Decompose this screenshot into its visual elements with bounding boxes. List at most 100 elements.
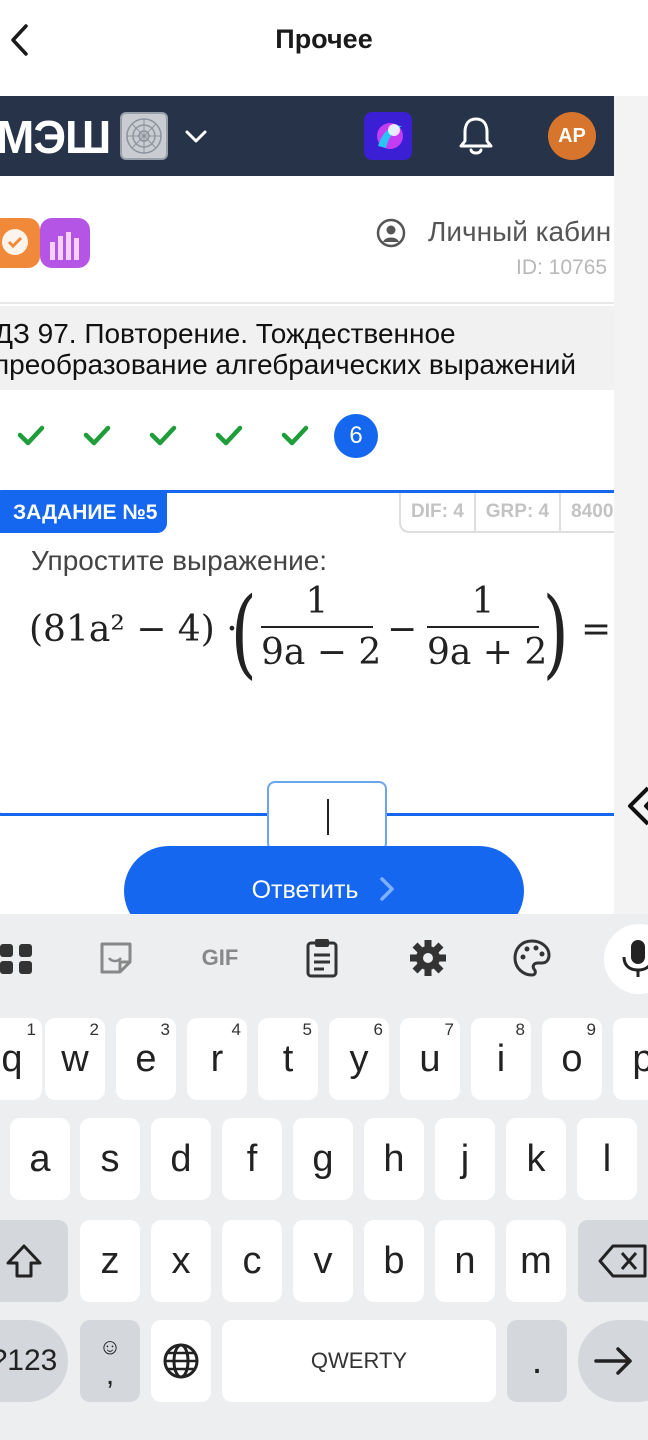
- symbols-key[interactable]: ?123: [0, 1320, 68, 1402]
- key-k[interactable]: k: [506, 1118, 566, 1200]
- key-l[interactable]: l: [577, 1118, 637, 1200]
- completed-step-check-icon[interactable]: [16, 422, 46, 448]
- key-s[interactable]: s: [80, 1118, 140, 1200]
- shift-icon: [6, 1244, 42, 1278]
- completed-step-check-icon[interactable]: [214, 422, 244, 448]
- fraction-2: 1 9a + 2: [427, 581, 548, 673]
- period-key[interactable]: .: [507, 1320, 567, 1402]
- bars-icon: [50, 232, 79, 260]
- fraction-1-bar: [261, 626, 373, 628]
- key-r[interactable]: r4: [187, 1018, 247, 1100]
- key-b[interactable]: b: [364, 1220, 424, 1302]
- completed-step-check-icon[interactable]: [148, 422, 178, 448]
- fraction-1-denominator: 9a − 2: [261, 632, 382, 673]
- submit-label: Ответить: [251, 876, 359, 904]
- key-g[interactable]: g: [293, 1118, 353, 1200]
- completed-step-check-icon[interactable]: [280, 422, 310, 448]
- enter-key[interactable]: [578, 1320, 648, 1402]
- clipboard-icon[interactable]: [300, 934, 344, 982]
- emoji-comma-key[interactable]: ☺ ,: [80, 1320, 140, 1402]
- screen: Прочее МЭШ АР Личный кабин ID: 10765 ДЗ …: [0, 0, 648, 1440]
- key-p[interactable]: p0: [613, 1018, 648, 1100]
- app-grid-logo[interactable]: [120, 112, 168, 160]
- key-label: p: [632, 1037, 648, 1080]
- current-step[interactable]: 6: [334, 414, 378, 458]
- mesh-header: МЭШ АР: [0, 96, 614, 176]
- key-u[interactable]: u7: [400, 1018, 460, 1100]
- soft-keyboard: GIF q1 w2 e3 r4 t5 y6 u7 i8 o9 p0 a s d …: [0, 914, 648, 1440]
- key-label: t: [282, 1037, 294, 1080]
- fraction-2-denominator: 9a + 2: [427, 632, 548, 673]
- fraction-1-numerator: 1: [305, 581, 329, 622]
- key-w[interactable]: w2: [45, 1018, 105, 1100]
- key-label: y: [349, 1037, 369, 1080]
- backspace-key[interactable]: [578, 1220, 648, 1302]
- submit-answer-button[interactable]: Ответить: [124, 846, 524, 914]
- bell-icon[interactable]: [456, 114, 496, 158]
- comma-label: ,: [105, 1358, 115, 1391]
- chevron-down-icon[interactable]: [182, 122, 210, 150]
- gif-icon[interactable]: GIF: [196, 934, 244, 982]
- avatar[interactable]: АР: [548, 112, 596, 160]
- fraction-1: 1 9a − 2: [261, 581, 382, 673]
- key-d[interactable]: d: [151, 1118, 211, 1200]
- key-h[interactable]: h: [364, 1118, 424, 1200]
- key-i[interactable]: i8: [471, 1018, 531, 1100]
- orange-app-tile[interactable]: [0, 218, 40, 268]
- gear-icon[interactable]: [406, 934, 450, 982]
- key-c[interactable]: c: [222, 1220, 282, 1302]
- key-label: u: [419, 1037, 441, 1080]
- key-hint: 9: [586, 1020, 596, 1039]
- key-e[interactable]: e3: [116, 1018, 176, 1100]
- purple-app-tile[interactable]: [40, 218, 90, 268]
- meta-tag-id: 8400: [561, 493, 614, 531]
- key-v[interactable]: v: [293, 1220, 353, 1302]
- key-label: w: [61, 1037, 89, 1080]
- mesh-logo[interactable]: МЭШ: [0, 110, 111, 164]
- app-shortcut-tile[interactable]: [364, 112, 412, 160]
- completed-step-check-icon[interactable]: [82, 422, 112, 448]
- text-caret: [327, 799, 329, 835]
- fraction-2-numerator: 1: [471, 581, 495, 622]
- user-row: Личный кабин ID: 10765: [0, 176, 614, 304]
- key-n[interactable]: n: [435, 1220, 495, 1302]
- sticker-icon[interactable]: [94, 934, 138, 982]
- app-bar: Прочее: [0, 0, 648, 82]
- key-t[interactable]: t5: [258, 1018, 318, 1100]
- colorful-logo-icon: [377, 123, 403, 149]
- chevron-right-icon: [380, 877, 395, 901]
- key-z[interactable]: z: [80, 1220, 140, 1302]
- space-key[interactable]: QWERTY: [222, 1320, 496, 1402]
- shift-key[interactable]: [0, 1220, 68, 1302]
- answer-input[interactable]: [267, 781, 387, 851]
- collapse-side-panel-icon[interactable]: [626, 784, 648, 828]
- voice-input-button[interactable]: [604, 924, 648, 994]
- globe-icon: [163, 1343, 199, 1379]
- meta-tag-dif: DIF: 4: [401, 493, 476, 531]
- webview: МЭШ АР Личный кабин ID: 10765 ДЗ 97. Пов…: [0, 96, 614, 914]
- key-m[interactable]: m: [506, 1220, 566, 1302]
- lightbulb-icon: [2, 229, 28, 255]
- lesson-title-line2: преобразование алгебраических выражений: [0, 349, 577, 380]
- key-j[interactable]: j: [435, 1118, 495, 1200]
- language-key[interactable]: [151, 1320, 211, 1402]
- key-hint: 5: [302, 1020, 312, 1039]
- personal-cabinet-link[interactable]: Личный кабин: [428, 216, 611, 248]
- key-y[interactable]: y6: [329, 1018, 389, 1100]
- key-x[interactable]: x: [151, 1220, 211, 1302]
- key-hint: 1: [26, 1020, 36, 1039]
- grid-pattern-icon: [126, 118, 162, 154]
- apps-icon[interactable]: [0, 934, 38, 982]
- key-hint: 3: [160, 1020, 170, 1039]
- person-icon: [376, 218, 406, 248]
- meta-tag-grp: GRP: 4: [476, 493, 562, 531]
- task-number-badge: ЗАДАНИЕ №5: [0, 493, 167, 533]
- palette-icon[interactable]: [510, 934, 554, 982]
- key-f[interactable]: f: [222, 1118, 282, 1200]
- formula-open-paren: (: [230, 577, 257, 689]
- key-q[interactable]: q1: [0, 1018, 42, 1100]
- key-o[interactable]: o9: [542, 1018, 602, 1100]
- formula-minus: −: [387, 609, 418, 650]
- key-a[interactable]: a: [10, 1118, 70, 1200]
- lesson-title-line1: ДЗ 97. Повторение. Тождественное: [0, 318, 456, 349]
